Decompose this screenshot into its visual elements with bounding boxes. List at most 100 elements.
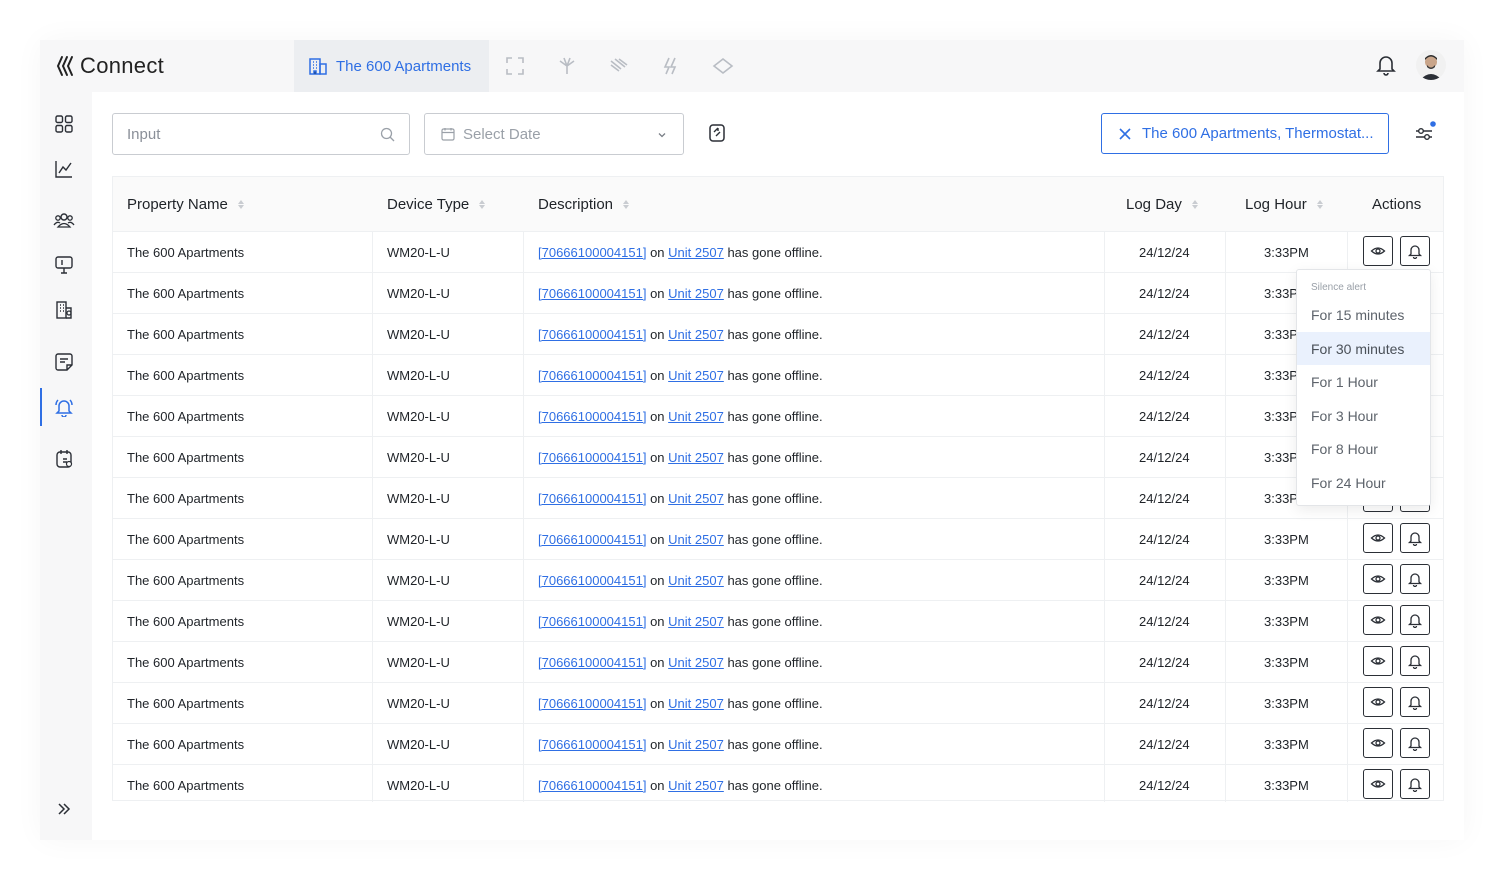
refresh-icon[interactable]	[706, 122, 730, 146]
device-id-link[interactable]: [70666100004151]	[538, 286, 646, 301]
unit-link[interactable]: Unit 2507	[668, 778, 724, 793]
date-picker[interactable]: Select Date	[424, 113, 684, 155]
device-id-link[interactable]: [70666100004151]	[538, 450, 646, 465]
silence-button[interactable]	[1400, 728, 1430, 758]
monitor-icon[interactable]	[52, 253, 76, 277]
unit-link[interactable]: Unit 2507	[668, 573, 724, 588]
dashboard-icon[interactable]	[52, 112, 76, 136]
device-id-link[interactable]: [70666100004151]	[538, 245, 646, 260]
properties-icon[interactable]	[52, 298, 76, 322]
table-row[interactable]: The 600 Apartments WM20-L-U [7066610000415…	[113, 559, 1443, 600]
silence-option[interactable]: For 24 Hour	[1297, 466, 1430, 499]
table-row[interactable]: The 600 Apartments WM20-L-U [7066610000415…	[113, 600, 1443, 641]
expand-sidebar-icon[interactable]	[52, 797, 76, 821]
table-row[interactable]: The 600 Apartments WM20-L-U [7066610000415…	[113, 477, 1443, 518]
unit-link[interactable]: Unit 2507	[668, 491, 724, 506]
unit-link[interactable]: Unit 2507	[668, 532, 724, 547]
filter-settings-icon[interactable]	[1410, 120, 1438, 148]
energy-icon[interactable]	[659, 54, 683, 78]
active-filter-chip[interactable]: The 600 Apartments, Thermostat...	[1101, 113, 1389, 154]
unit-link[interactable]: Unit 2507	[668, 286, 724, 301]
view-button[interactable]	[1363, 646, 1393, 676]
silence-button[interactable]	[1400, 605, 1430, 635]
table-row[interactable]: The 600 Apartments WM20-L-U [7066610000415…	[113, 395, 1443, 436]
eye-icon	[1370, 776, 1386, 792]
notifications-bell-icon[interactable]	[1374, 53, 1398, 77]
view-button[interactable]	[1363, 769, 1393, 799]
device-id-link[interactable]: [70666100004151]	[538, 327, 646, 342]
table-row[interactable]: The 600 Apartments WM20-L-U [7066610000415…	[113, 764, 1443, 805]
billing-icon[interactable]	[52, 447, 76, 471]
hvac-icon[interactable]	[555, 54, 579, 78]
view-button[interactable]	[1363, 728, 1393, 758]
expand-icon[interactable]	[503, 54, 527, 78]
unit-link[interactable]: Unit 2507	[668, 245, 724, 260]
tab-property[interactable]: The 600 Apartments	[294, 40, 489, 92]
table-row[interactable]: The 600 Apartments WM20-L-U [7066610000415…	[113, 518, 1443, 559]
silence-button[interactable]	[1400, 646, 1430, 676]
device-id-link[interactable]: [70666100004151]	[538, 614, 646, 629]
device-id-link[interactable]: [70666100004151]	[538, 368, 646, 383]
device-id-link[interactable]: [70666100004151]	[538, 409, 646, 424]
device-id-link[interactable]: [70666100004151]	[538, 573, 646, 588]
silence-button[interactable]	[1400, 564, 1430, 594]
view-button[interactable]	[1363, 605, 1393, 635]
device-id-link[interactable]: [70666100004151]	[538, 532, 646, 547]
silence-button[interactable]	[1400, 236, 1430, 266]
silence-option[interactable]: For 8 Hour	[1297, 432, 1430, 465]
sort-icon[interactable]	[623, 199, 630, 209]
device-id-link[interactable]: [70666100004151]	[538, 778, 646, 793]
column-header-property[interactable]: Property Name	[127, 177, 244, 231]
analytics-icon[interactable]	[52, 157, 76, 181]
table-row[interactable]: The 600 Apartments WM20-L-U [7066610000415…	[113, 682, 1443, 723]
device-id-link[interactable]: [70666100004151]	[538, 696, 646, 711]
view-button[interactable]	[1363, 523, 1393, 553]
silence-button[interactable]	[1400, 769, 1430, 799]
view-button[interactable]	[1363, 687, 1393, 717]
unit-link[interactable]: Unit 2507	[668, 368, 724, 383]
column-header-log-day[interactable]: Log Day	[1126, 177, 1198, 231]
unit-link[interactable]: Unit 2507	[668, 450, 724, 465]
search-input[interactable]: Input	[112, 113, 410, 155]
unit-link[interactable]: Unit 2507	[668, 737, 724, 752]
silence-option[interactable]: For 3 Hour	[1297, 399, 1430, 432]
unit-link[interactable]: Unit 2507	[668, 409, 724, 424]
device-id-link[interactable]: [70666100004151]	[538, 491, 646, 506]
column-header-log-hour[interactable]: Log Hour	[1245, 177, 1323, 231]
silence-button[interactable]	[1400, 523, 1430, 553]
silence-option[interactable]: For 1 Hour	[1297, 365, 1430, 398]
silence-option[interactable]: For 15 minutes	[1297, 298, 1430, 331]
table-row[interactable]: The 600 Apartments WM20-L-U [7066610000415…	[113, 723, 1443, 764]
view-button[interactable]	[1363, 236, 1393, 266]
column-header-device[interactable]: Device Type	[387, 177, 486, 231]
table-row[interactable]: The 600 Apartments WM20-L-U [7066610000415…	[113, 436, 1443, 477]
wind-icon[interactable]	[607, 54, 631, 78]
device-id-link[interactable]: [70666100004151]	[538, 655, 646, 670]
app-logo[interactable]: Connect	[56, 52, 164, 80]
unit-link[interactable]: Unit 2507	[668, 327, 724, 342]
loop-icon[interactable]	[711, 54, 735, 78]
table-row[interactable]: The 600 Apartments WM20-L-U [7066610000415…	[113, 641, 1443, 682]
table-row[interactable]: The 600 Apartments WM20-L-U [7066610000415…	[113, 231, 1443, 272]
sort-icon[interactable]	[237, 199, 244, 209]
column-header-description[interactable]: Description	[538, 177, 630, 231]
unit-link[interactable]: Unit 2507	[668, 696, 724, 711]
avatar[interactable]	[1416, 50, 1446, 80]
table-row[interactable]: The 600 Apartments WM20-L-U [7066610000415…	[113, 354, 1443, 395]
unit-link[interactable]: Unit 2507	[668, 614, 724, 629]
unit-link[interactable]: Unit 2507	[668, 655, 724, 670]
silence-button[interactable]	[1400, 687, 1430, 717]
close-icon[interactable]	[1118, 127, 1132, 141]
sort-icon[interactable]	[479, 199, 486, 209]
device-id-link[interactable]: [70666100004151]	[538, 737, 646, 752]
silence-option-selected[interactable]: For 30 minutes	[1297, 332, 1430, 365]
cell-device-type: WM20-L-U	[387, 367, 450, 383]
sort-icon[interactable]	[1191, 199, 1198, 209]
notes-icon[interactable]	[52, 350, 76, 374]
users-icon[interactable]	[52, 208, 76, 232]
view-button[interactable]	[1363, 564, 1393, 594]
alerts-icon[interactable]	[52, 395, 76, 419]
sort-icon[interactable]	[1316, 199, 1323, 209]
table-row[interactable]: The 600 Apartments WM20-L-U [7066610000415…	[113, 313, 1443, 354]
table-row[interactable]: The 600 Apartments WM20-L-U [7066610000415…	[113, 272, 1443, 313]
